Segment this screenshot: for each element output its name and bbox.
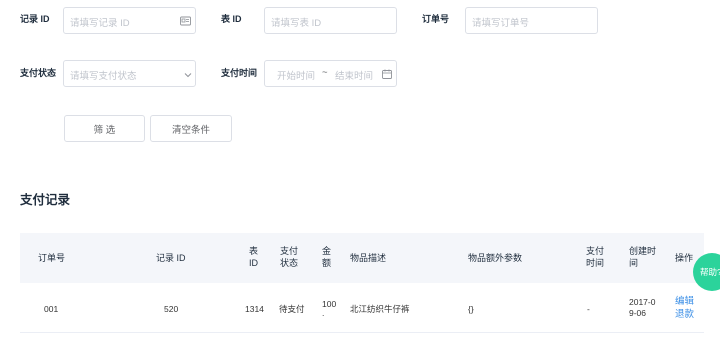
- cell-record-id: 520: [164, 304, 179, 314]
- cell-actions: 编辑 退款: [675, 295, 694, 321]
- th-extra-params: 物品额外参数: [468, 253, 523, 263]
- order-no-placeholder: 请填写订单号: [472, 18, 530, 29]
- order-no-label: 订单号: [422, 14, 450, 24]
- filter-button[interactable]: 筛 选: [64, 115, 145, 142]
- th-order-no: 订单号: [38, 253, 66, 263]
- th-pay-time: 支付 时间: [586, 246, 605, 268]
- th-record-id: 记录 ID: [156, 253, 186, 263]
- th-actions: 操作: [675, 253, 694, 263]
- refund-link[interactable]: 退款: [675, 308, 694, 321]
- record-id-input[interactable]: 请填写记录 ID: [63, 7, 196, 34]
- cell-item-desc: 北江纺织牛仔裤: [350, 304, 410, 314]
- pay-status-placeholder: 请填写支付状态: [70, 71, 137, 82]
- cell-amount: 100.: [322, 299, 337, 318]
- th-table-id: 表 ID: [249, 246, 259, 268]
- cell-order-no: 001: [44, 304, 59, 314]
- id-card-icon: [180, 16, 191, 28]
- th-amount: 金额: [322, 246, 332, 268]
- pay-time-start-placeholder: 开始时间: [277, 71, 316, 82]
- table-row: 001 520 1314 待支付 100. 北江纺织牛仔裤 {} - 2017-…: [20, 283, 704, 333]
- table-id-placeholder: 请填写表 ID: [271, 18, 322, 29]
- edit-link[interactable]: 编辑: [675, 295, 694, 308]
- pay-status-label: 支付状态: [20, 68, 57, 78]
- section-title: 支付记录: [20, 193, 71, 207]
- cell-table-id: 1314: [245, 304, 264, 314]
- record-id-placeholder: 请填写记录 ID: [70, 18, 130, 29]
- record-id-label: 记录 ID: [20, 14, 50, 24]
- calendar-icon: [382, 69, 392, 81]
- th-pay-status: 支付 状态: [280, 246, 299, 268]
- pay-time-end-placeholder: 结束时间: [335, 71, 374, 82]
- pay-time-separator: ~: [322, 67, 328, 78]
- table-id-label: 表 ID: [221, 14, 242, 24]
- th-item-desc: 物品描述: [350, 253, 387, 263]
- cell-created-time: 2017-0 9-06: [629, 297, 656, 318]
- cell-extra-params: {}: [468, 304, 474, 314]
- cell-pay-status: 待支付: [279, 304, 305, 314]
- pay-status-select[interactable]: 请填写支付状态: [63, 60, 196, 87]
- cell-pay-time: -: [587, 304, 590, 314]
- clear-filters-button[interactable]: 清空条件: [150, 115, 232, 142]
- chevron-down-icon: [184, 70, 192, 80]
- table-id-input[interactable]: 请填写表 ID: [264, 7, 397, 34]
- pay-time-range[interactable]: 开始时间 ~ 结束时间: [264, 60, 397, 87]
- th-created-time: 创建时间: [629, 246, 657, 268]
- order-no-input[interactable]: 请填写订单号: [465, 7, 598, 34]
- pay-time-label: 支付时间: [221, 68, 258, 78]
